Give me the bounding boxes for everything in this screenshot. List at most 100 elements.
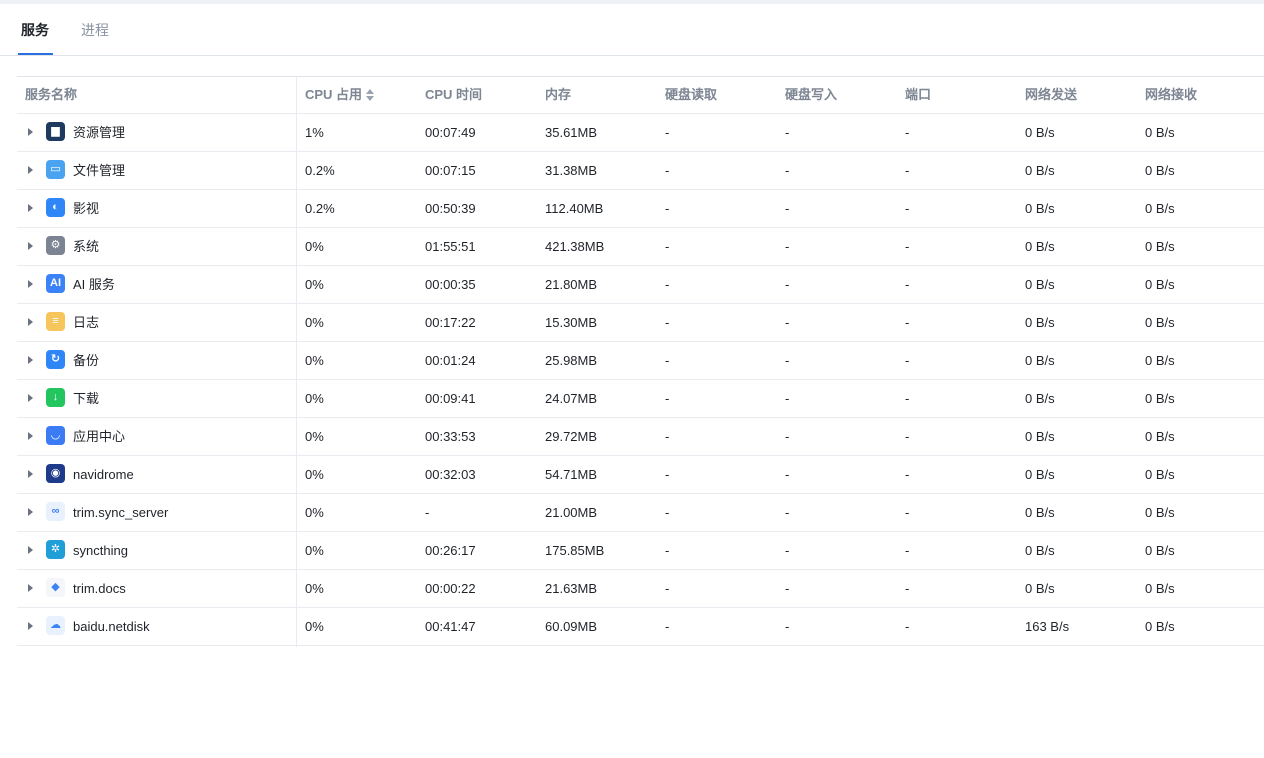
cell-cpu-time: 00:01:24 xyxy=(425,353,476,368)
app-center-icon: ◡ xyxy=(46,426,65,445)
service-name: 文件管理 xyxy=(73,163,126,178)
expand-arrow-icon[interactable] xyxy=(28,394,33,402)
column-header-cpu-usage[interactable]: CPU 占用 xyxy=(305,77,375,113)
expand-arrow-icon[interactable] xyxy=(28,242,33,250)
cell-port: - xyxy=(905,619,910,634)
column-header-memory[interactable]: 内存 xyxy=(545,77,571,113)
cell-port: - xyxy=(905,581,910,596)
table-row[interactable]: ↻ 备份 0% 00:01:24 25.98MB - - - 0 B/s 0 B/s xyxy=(17,342,1264,380)
service-name: 应用中心 xyxy=(73,429,126,444)
table-row[interactable]: ◡ 应用中心 0% 00:33:53 29.72MB - - - 0 B/s 0 B/s xyxy=(17,418,1264,456)
cell-net-send: 0 B/s xyxy=(1025,201,1055,216)
table-row[interactable]: ≡ 日志 0% 00:17:22 15.30MB - - - 0 B/s 0 B/s xyxy=(17,304,1264,342)
expand-arrow-icon[interactable] xyxy=(28,356,33,364)
cell-memory: 60.09MB xyxy=(545,619,598,634)
cell-disk-write: - xyxy=(785,201,790,216)
table-row[interactable]: ◉ navidrome 0% 00:32:03 54.71MB - - - 0 B/s 0 B/s xyxy=(17,456,1264,494)
cell-net-recv: 0 B/s xyxy=(1145,277,1175,292)
table-row[interactable]: ↓ 下载 0% 00:09:41 24.07MB - - - 0 B/s 0 B/s xyxy=(17,380,1264,418)
cell-port: - xyxy=(905,505,910,520)
video-icon: ◐ xyxy=(46,198,65,217)
column-header-net-recv[interactable]: 网络接收 xyxy=(1145,77,1197,113)
cell-net-send: 0 B/s xyxy=(1025,543,1055,558)
service-name: trim.docs xyxy=(73,581,126,596)
cell-disk-read: - xyxy=(665,277,670,292)
cell-port: - xyxy=(905,391,910,406)
sort-icon[interactable] xyxy=(366,88,375,101)
docs-icon: ◆ xyxy=(46,578,65,597)
cell-port: - xyxy=(905,353,910,368)
cell-net-recv: 0 B/s xyxy=(1145,315,1175,330)
cell-cpu-time: 00:09:41 xyxy=(425,391,476,406)
cell-net-recv: 0 B/s xyxy=(1145,163,1175,178)
cell-memory: 35.61MB xyxy=(545,125,598,140)
gear-icon: ⚙ xyxy=(46,236,65,255)
table-row[interactable]: ◐ 影视 0.2% 00:50:39 112.40MB - - - 0 B/s 0 B/s xyxy=(17,190,1264,228)
cell-cpu-usage: 0% xyxy=(305,581,324,596)
cell-disk-read: - xyxy=(665,239,670,254)
table-row[interactable]: AI AI 服务 0% 00:00:35 21.80MB - - - 0 B/s 0 B/s xyxy=(17,266,1264,304)
cell-cpu-time: - xyxy=(425,505,430,520)
cell-memory: 24.07MB xyxy=(545,391,598,406)
cell-disk-write: - xyxy=(785,391,790,406)
cell-memory: 421.38MB xyxy=(545,239,605,254)
cell-cpu-time: 00:50:39 xyxy=(425,201,476,216)
expand-arrow-icon[interactable] xyxy=(28,546,33,554)
table-row[interactable]: ▭ 文件管理 0.2% 00:07:15 31.38MB - - - 0 B/s 0 B/s xyxy=(17,152,1264,190)
expand-arrow-icon[interactable] xyxy=(28,622,33,630)
column-header-port[interactable]: 端口 xyxy=(905,77,931,113)
cell-net-recv: 0 B/s xyxy=(1145,353,1175,368)
cell-cpu-usage: 0% xyxy=(305,467,324,482)
expand-arrow-icon[interactable] xyxy=(28,166,33,174)
column-header-disk-read[interactable]: 硬盘读取 xyxy=(665,77,717,113)
table-row[interactable]: ✲ syncthing 0% 00:26:17 175.85MB - - - 0 B/s 0 B/… xyxy=(17,532,1264,570)
table-row[interactable]: ∞ trim.sync_server 0% - 21.00MB - - - 0 B/s 0 B/s xyxy=(17,494,1264,532)
cell-cpu-usage: 0% xyxy=(305,353,324,368)
cell-cpu-time: 00:26:17 xyxy=(425,543,476,558)
table-row[interactable]: ☁ baidu.netdisk 0% 00:41:47 60.09MB - - - 163 B/… xyxy=(17,608,1264,646)
table-row[interactable]: ◆ trim.docs 0% 00:00:22 21.63MB - - - 0 B/s 0 B/s xyxy=(17,570,1264,608)
cell-net-send: 0 B/s xyxy=(1025,353,1055,368)
expand-arrow-icon[interactable] xyxy=(28,204,33,212)
table-row[interactable]: ⚙ 系统 0% 01:55:51 421.38MB - - - 0 B/s 0 B/s xyxy=(17,228,1264,266)
cell-cpu-time: 00:07:15 xyxy=(425,163,476,178)
cell-disk-write: - xyxy=(785,125,790,140)
expand-arrow-icon[interactable] xyxy=(28,470,33,478)
cell-net-send: 0 B/s xyxy=(1025,505,1055,520)
cell-port: - xyxy=(905,277,910,292)
expand-arrow-icon[interactable] xyxy=(28,508,33,516)
cell-cpu-time: 00:32:03 xyxy=(425,467,476,482)
cell-port: - xyxy=(905,467,910,482)
column-header-name[interactable]: 服务名称 xyxy=(25,77,77,113)
cell-net-send: 0 B/s xyxy=(1025,429,1055,444)
expand-arrow-icon[interactable] xyxy=(28,432,33,440)
download-icon: ↓ xyxy=(46,388,65,407)
expand-arrow-icon[interactable] xyxy=(28,584,33,592)
cell-memory: 31.38MB xyxy=(545,163,598,178)
table-row[interactable]: ▆ 资源管理 1% 00:07:49 35.61MB - - - 0 B/s 0 B/s xyxy=(17,114,1264,152)
folder-icon: ▭ xyxy=(46,160,65,179)
expand-arrow-icon[interactable] xyxy=(28,318,33,326)
cell-cpu-time: 01:55:51 xyxy=(425,239,476,254)
cell-disk-read: - xyxy=(665,429,670,444)
cell-cpu-usage: 0% xyxy=(305,239,324,254)
tab-services[interactable]: 服务 xyxy=(21,20,49,40)
service-name: 系统 xyxy=(73,239,100,254)
service-name: 日志 xyxy=(73,315,100,330)
cell-disk-write: - xyxy=(785,467,790,482)
cell-cpu-time: 00:41:47 xyxy=(425,619,476,634)
services-table: 服务名称 CPU 占用 CPU 时间 内存 硬盘读取 硬盘写入 端口 网络发送 … xyxy=(17,76,1264,647)
cell-cpu-usage: 0% xyxy=(305,391,324,406)
column-header-cpu-time[interactable]: CPU 时间 xyxy=(425,77,482,113)
column-header-disk-write[interactable]: 硬盘写入 xyxy=(785,77,837,113)
cell-cpu-usage: 0% xyxy=(305,505,324,520)
cell-net-recv: 0 B/s xyxy=(1145,581,1175,596)
cell-cpu-usage: 0% xyxy=(305,315,324,330)
expand-arrow-icon[interactable] xyxy=(28,128,33,136)
service-name: AI 服务 xyxy=(73,277,115,292)
column-header-net-send[interactable]: 网络发送 xyxy=(1025,77,1077,113)
service-name: 备份 xyxy=(73,353,100,368)
tab-processes[interactable]: 进程 xyxy=(81,20,109,40)
expand-arrow-icon[interactable] xyxy=(28,280,33,288)
service-name: baidu.netdisk xyxy=(73,619,150,634)
